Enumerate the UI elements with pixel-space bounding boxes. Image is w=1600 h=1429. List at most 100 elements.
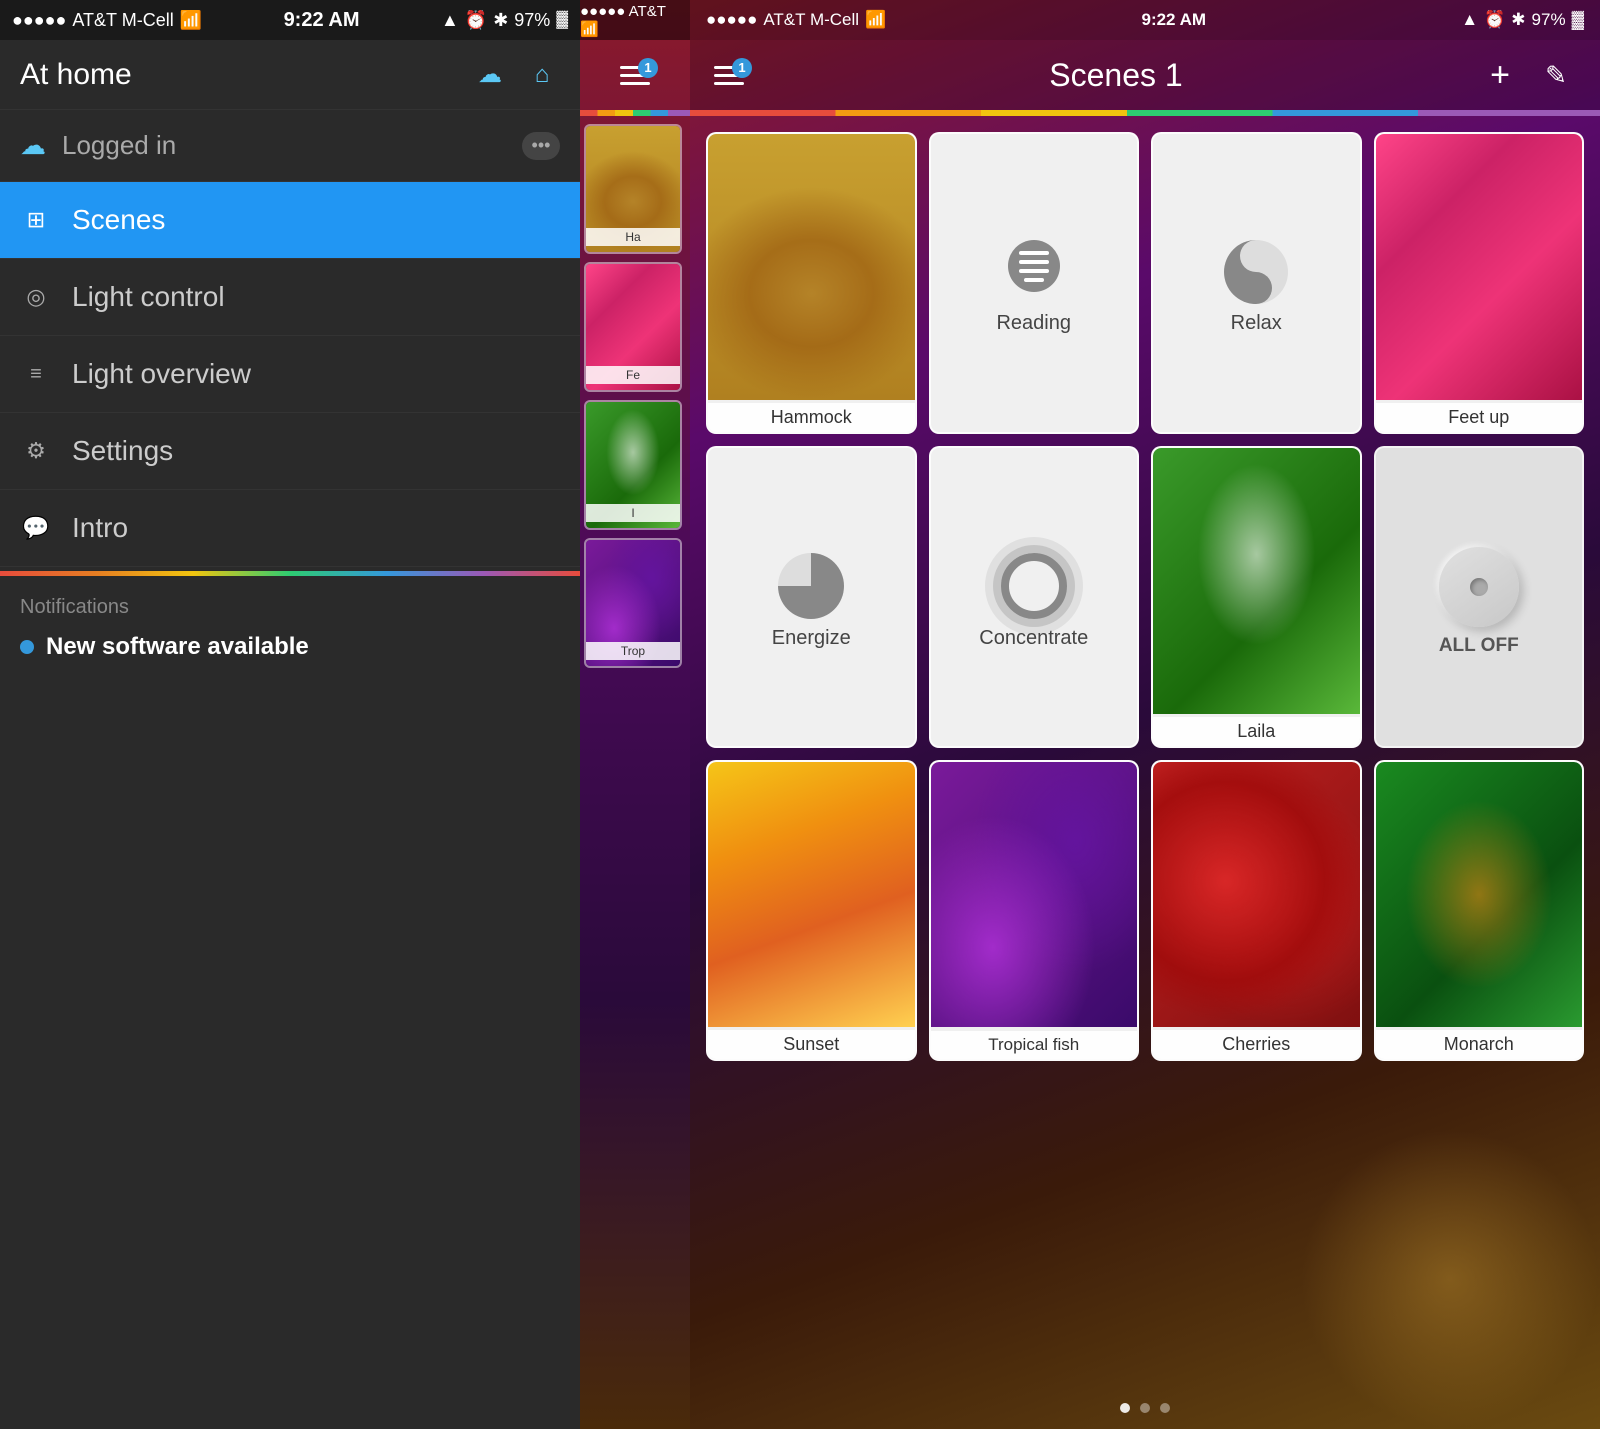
add-scene-button[interactable]: + (1480, 55, 1520, 95)
scene-tile-monarch[interactable]: Monarch (1374, 760, 1585, 1062)
right-panel: ●●●●● AT&T M-Cell 📶 9:22 AM ▲ ⏰ ✱ 97% ▓ … (690, 0, 1600, 1429)
bluetooth-icon: ✱ (493, 10, 508, 31)
scene-tile-cherries[interactable]: Cherries (1151, 760, 1362, 1062)
location-icon: ▲ (441, 10, 459, 31)
sunset-label: Sunset (708, 1030, 915, 1059)
mid-status-bar: ●●●●● AT&T 📶 (580, 0, 690, 40)
reading-label: Reading (996, 312, 1071, 335)
notifications-section: Notifications New software available (0, 580, 580, 671)
scene-tile-hammock[interactable]: Hammock (706, 132, 917, 434)
tropical-label: Tropical fish (931, 1031, 1138, 1059)
scene-tile-tropical[interactable]: Tropical fish (929, 760, 1140, 1062)
nav-label-light-control: Light control (72, 281, 225, 313)
middle-strip-content: ●●●●● AT&T 📶 1 Ha Fe (580, 0, 690, 1429)
nav-label-settings: Settings (72, 435, 173, 467)
cherries-label: Cherries (1153, 1030, 1360, 1059)
notification-text: New software available (46, 633, 309, 661)
account-cloud-icon: ☁ (20, 130, 46, 161)
concentrate-label: Concentrate (979, 627, 1088, 650)
mid-tiles: Ha Fe I Trop (580, 116, 690, 676)
left-topbar: At home ☁ ⌂ (0, 40, 580, 110)
right-hamburger-button[interactable]: 1 (714, 66, 744, 85)
rainbow-divider (0, 571, 580, 576)
nav-item-settings[interactable]: ⚙ Settings (0, 413, 580, 490)
pagination-dot-3[interactable] (1160, 1403, 1170, 1413)
left-status-bar: ●●●●● AT&T M-Cell 📶 9:22 AM ▲ ⏰ ✱ 97% ▓ (0, 0, 580, 40)
scene-tile-reading[interactable]: Reading (929, 132, 1140, 434)
scene-tile-concentrate[interactable]: Concentrate (929, 446, 1140, 748)
scenes-grid: Hammock Reading Relax (690, 116, 1600, 1391)
alloff-label: ALL OFF (1439, 635, 1519, 657)
scenes-title: Scenes 1 (768, 57, 1464, 94)
right-battery-icon: ▓ (1572, 10, 1584, 30)
hammock-image (708, 134, 915, 400)
notification-dot (20, 640, 34, 654)
battery-icon: ▓ (556, 11, 568, 29)
notification-item: New software available (20, 633, 560, 661)
pagination-dot-2[interactable] (1140, 1403, 1150, 1413)
feetup-image (1376, 134, 1583, 400)
nav-item-intro[interactable]: 💬 Intro (0, 490, 580, 567)
logged-in-label: Logged in (62, 130, 506, 161)
intro-icon: 💬 (20, 515, 52, 541)
right-signal-dots: ●●●●● (706, 10, 757, 30)
scene-tile-alloff[interactable]: ALL OFF (1374, 446, 1585, 748)
relax-yin-yang-icon (1224, 240, 1288, 304)
right-topbar: 1 Scenes 1 + ✎ (690, 40, 1600, 110)
cloud-icon[interactable]: ☁ (472, 57, 508, 93)
edit-scene-button[interactable]: ✎ (1536, 55, 1576, 95)
right-battery-label: 97% (1532, 10, 1566, 30)
energize-label: Energize (772, 627, 851, 650)
right-time: 9:22 AM (1141, 10, 1206, 30)
right-location-icon: ▲ (1461, 10, 1478, 30)
mid-tile-feetup[interactable]: Fe (584, 262, 682, 392)
right-menu-badge: 1 (732, 58, 752, 78)
pagination (690, 1391, 1600, 1429)
tropical-image (931, 762, 1138, 1028)
scene-tile-feetup[interactable]: Feet up (1374, 132, 1585, 434)
mid-tile-tropical[interactable]: Trop (584, 538, 682, 668)
concentrate-icon (1001, 553, 1067, 619)
scene-tile-energize[interactable]: Energize (706, 446, 917, 748)
nav-item-light-overview[interactable]: ≡ Light overview (0, 336, 580, 413)
right-line-3 (714, 82, 744, 85)
mid-tile-feetup-label: Fe (584, 366, 682, 384)
alarm-icon: ⏰ (465, 10, 487, 31)
laila-label: Laila (1153, 717, 1360, 746)
home-icon[interactable]: ⌂ (524, 57, 560, 93)
relax-label: Relax (1231, 312, 1282, 335)
app-title: At home (20, 58, 132, 92)
right-alarm-icon: ⏰ (1484, 10, 1505, 30)
feetup-label: Feet up (1376, 403, 1583, 432)
scene-tile-relax[interactable]: Relax (1151, 132, 1362, 434)
hamburger-menu-button[interactable]: 1 (620, 66, 650, 85)
wifi-icon: 📶 (180, 10, 202, 31)
logged-in-row: ☁ Logged in ••• (0, 110, 580, 182)
mid-tile-laila[interactable]: I (584, 400, 682, 530)
middle-strip: ●●●●● AT&T 📶 1 Ha Fe (580, 0, 690, 1429)
light-overview-icon: ≡ (20, 363, 52, 386)
laila-image (1153, 448, 1360, 714)
right-status-right: ▲ ⏰ ✱ 97% ▓ (1461, 10, 1584, 30)
monarch-label: Monarch (1376, 1030, 1583, 1059)
mid-tile-hammock-label: Ha (584, 228, 682, 246)
cherries-image (1153, 762, 1360, 1028)
nav-item-scenes[interactable]: ⊞ Scenes (0, 182, 580, 259)
scene-tile-sunset[interactable]: Sunset (706, 760, 917, 1062)
settings-icon: ⚙ (20, 438, 52, 464)
right-carrier: AT&T M-Cell (763, 10, 859, 30)
nav-item-light-control[interactable]: ◎ Light control (0, 259, 580, 336)
mid-tile-laila-label: I (584, 504, 682, 522)
mid-tile-hammock[interactable]: Ha (584, 124, 682, 254)
left-panel: ●●●●● AT&T M-Cell 📶 9:22 AM ▲ ⏰ ✱ 97% ▓ … (0, 0, 580, 1429)
right-bluetooth-icon: ✱ (1511, 10, 1525, 30)
scene-tile-laila[interactable]: Laila (1151, 446, 1362, 748)
status-right: ▲ ⏰ ✱ 97% ▓ (441, 10, 568, 31)
right-status-left: ●●●●● AT&T M-Cell 📶 (706, 10, 886, 30)
more-options-button[interactable]: ••• (522, 132, 560, 160)
battery-label: 97% (514, 10, 550, 31)
pagination-dot-1[interactable] (1120, 1403, 1130, 1413)
nav-label-light-overview: Light overview (72, 358, 251, 390)
carrier-label: AT&T M-Cell (72, 10, 173, 31)
alloff-button-circle (1439, 547, 1519, 627)
